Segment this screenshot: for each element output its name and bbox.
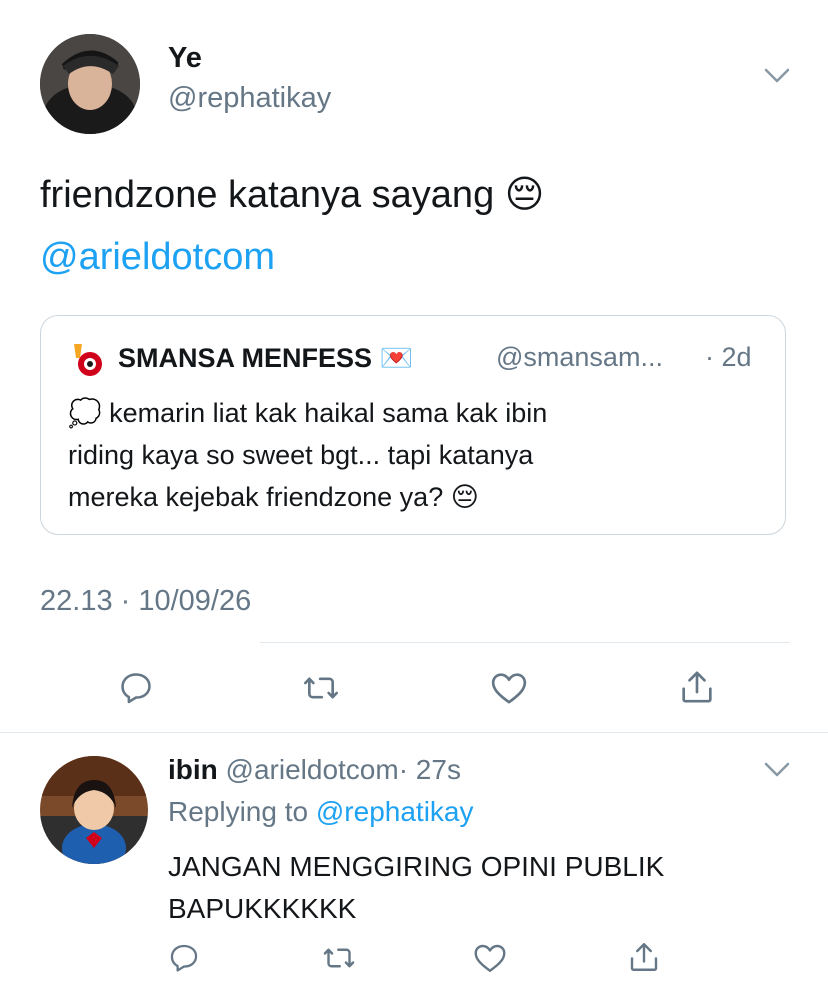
pensive-emoji: 😔 xyxy=(504,174,545,216)
reply-header: ibin @arieldotcom· 27s xyxy=(168,754,461,786)
chevron-down-icon xyxy=(764,762,790,777)
reply-button[interactable] xyxy=(164,938,204,978)
share-icon xyxy=(682,671,712,703)
quoted-text-line2: riding kaya so sweet bgt... tapi katanya xyxy=(68,440,534,470)
quoted-name-text: SMANSA MENFESS xyxy=(118,343,373,373)
reply-text-line2: BAPUKKKKKK xyxy=(168,893,357,924)
like-button[interactable] xyxy=(470,938,510,978)
quoted-avatar xyxy=(68,340,106,378)
author-name[interactable]: Ye xyxy=(168,42,202,75)
divider xyxy=(260,642,790,643)
quoted-handle[interactable]: @smansam... xyxy=(496,342,663,373)
reply-author-handle[interactable]: @arieldotcom xyxy=(226,754,399,785)
quoted-avatar-icon xyxy=(74,344,102,376)
retweet-button[interactable] xyxy=(318,938,360,978)
comment-icon xyxy=(121,673,151,704)
chevron-down-icon xyxy=(764,68,790,83)
more-options-button[interactable] xyxy=(763,760,791,785)
heart-icon xyxy=(491,673,527,704)
like-button[interactable] xyxy=(487,666,531,710)
pensive-emoji: 😔 xyxy=(450,482,479,512)
author-handle[interactable]: @rephatikay xyxy=(168,82,331,115)
retweet-button[interactable] xyxy=(298,666,344,710)
tweet-timestamp: 22.13 · 10/09/26 xyxy=(40,585,252,617)
replying-handle[interactable]: @rephatikay xyxy=(316,796,474,827)
more-options-button[interactable] xyxy=(763,66,791,91)
quoted-text-line3: mereka kejebak friendzone ya? xyxy=(68,482,444,512)
love-letter-emoji: 💌 xyxy=(379,343,414,373)
retweet-icon xyxy=(323,948,355,968)
thought-bubble-emoji: 💭 xyxy=(68,398,102,428)
heart-icon xyxy=(474,944,506,972)
author-avatar[interactable] xyxy=(40,34,140,134)
tweet-text: friendzone katanya sayang 😔 xyxy=(40,172,544,217)
reply-button[interactable] xyxy=(114,666,158,710)
reply-avatar[interactable] xyxy=(40,756,148,864)
comment-icon xyxy=(170,944,198,972)
quoted-age: · 2d xyxy=(705,342,752,372)
share-button[interactable] xyxy=(624,936,664,978)
share-icon xyxy=(630,943,658,971)
reply-age: · 27s xyxy=(398,754,461,785)
replying-prefix: Replying to xyxy=(168,796,309,827)
quoted-text: 💭 kemarin liat kak haikal sama kak ibin … xyxy=(68,392,768,518)
reply-text-line1: JANGAN MENGGIRING OPINI PUBLIK xyxy=(168,851,665,882)
divider xyxy=(0,732,828,733)
reply-text: JANGAN MENGGIRING OPINI PUBLIK BAPUKKKKK… xyxy=(168,846,664,930)
reply-author-name[interactable]: ibin xyxy=(168,754,218,785)
quoted-name[interactable]: SMANSA MENFESS 💌 xyxy=(118,342,413,374)
tweet-body: friendzone katanya sayang xyxy=(40,174,495,216)
share-button[interactable] xyxy=(675,664,719,710)
quoted-text-line1: kemarin liat kak haikal sama kak ibin xyxy=(109,398,548,428)
replying-to: Replying to @rephatikay xyxy=(168,796,473,828)
tweet-mention[interactable]: @arieldotcom xyxy=(40,236,275,279)
retweet-icon xyxy=(304,677,338,699)
